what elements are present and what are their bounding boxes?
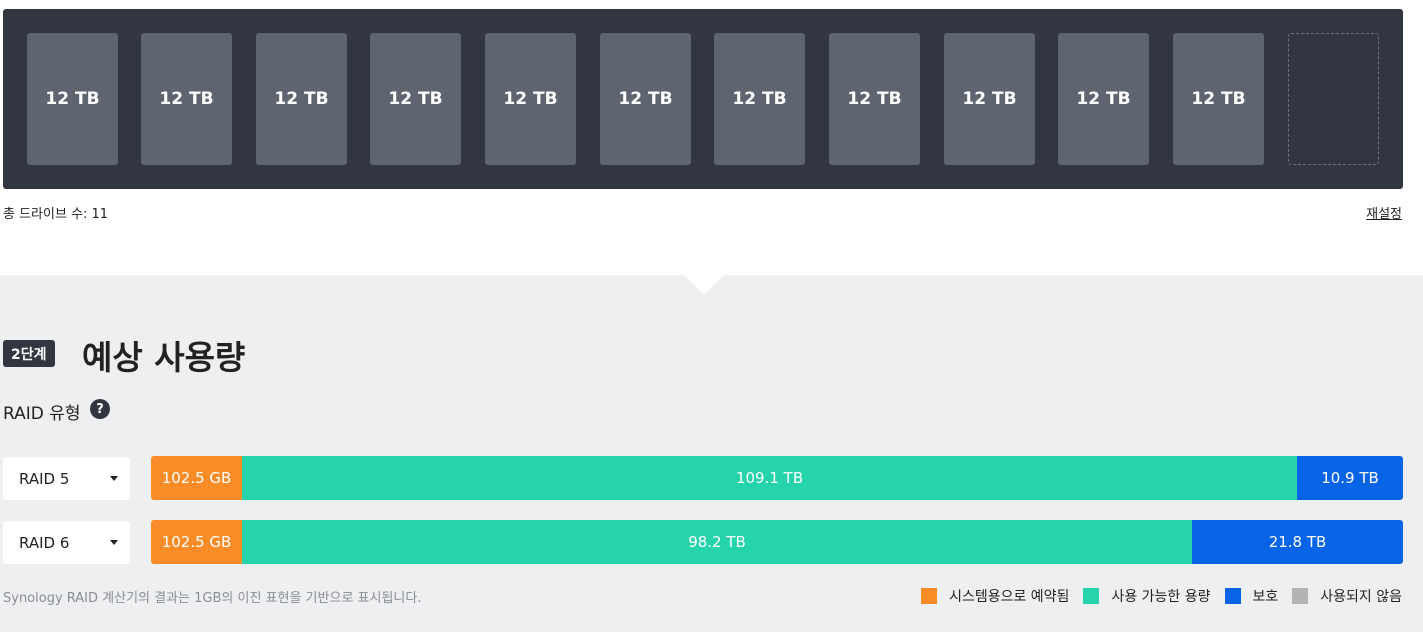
legend-item: 사용되지 않음 [1292,586,1402,606]
section-pointer [684,275,724,295]
legend-label: 보호 [1252,589,1279,605]
raid-type-select[interactable]: RAID 6 [3,521,130,564]
reserved-segment: 102.5 GB [151,456,243,500]
legend-item: 보호 [1224,586,1279,606]
legend-swatch [1292,588,1309,604]
help-icon[interactable]: ? [90,399,110,419]
reset-link[interactable]: 재설정 [1366,203,1402,222]
drive-slot[interactable]: 12 TB [1173,33,1264,165]
drive-slot[interactable]: 12 TB [600,33,691,165]
step-badge: 2단계 [3,340,55,367]
drive-slot[interactable]: 12 TB [27,33,118,165]
legend-swatch [1224,588,1241,604]
protection-segment: 10.9 TB [1297,456,1403,500]
drive-slot[interactable]: 12 TB [829,33,920,165]
drive-count-label: 총 드라이브 수: 11 [3,207,109,222]
legend-item: 시스템용으로 예약됨 [921,586,1069,606]
available-segment: 109.1 TB [242,456,1298,500]
legend-item: 사용 가능한 용량 [1083,586,1211,606]
drive-slot[interactable]: 12 TB [141,33,232,165]
legend: 시스템용으로 예약됨 사용 가능한 용량 보호 사용되지 않음 [907,586,1402,606]
page-title: 예상 사용량 [82,338,246,377]
raid-type-label: RAID 유형 [3,404,81,424]
capacity-bar: 102.5 GB 109.1 TB 10.9 TB [151,456,1403,500]
estimated-usage-section: 2단계 예상 사용량 RAID 유형 ? RAID 5 102.5 GB 109… [0,275,1423,632]
drive-slot[interactable]: 12 TB [256,33,347,165]
caret-down-icon [110,476,118,481]
reserved-segment: 102.5 GB [151,520,243,564]
drive-slot[interactable]: 12 TB [1058,33,1149,165]
footnote: Synology RAID 계산기의 결과는 1GB의 이진 표현을 기반으로 … [3,591,422,606]
caret-down-icon [110,540,118,545]
drive-slot[interactable]: 12 TB [944,33,1035,165]
legend-label: 사용되지 않음 [1320,589,1402,605]
legend-swatch [1083,588,1100,604]
drive-slot[interactable]: 12 TB [485,33,576,165]
raid-select-value: RAID 6 [19,533,70,552]
legend-label: 시스템용으로 예약됨 [949,589,1070,605]
protection-segment: 21.8 TB [1192,520,1403,564]
drive-slot[interactable]: 12 TB [370,33,461,165]
drive-slot[interactable]: 12 TB [714,33,805,165]
legend-swatch [921,588,938,604]
raid-type-select[interactable]: RAID 5 [3,457,130,500]
empty-drive-slot[interactable] [1288,33,1379,165]
drive-panel: 12 TB 12 TB 12 TB 12 TB 12 TB 12 TB 12 T… [3,9,1403,189]
capacity-bar: 102.5 GB 98.2 TB 21.8 TB [151,520,1403,564]
legend-label: 사용 가능한 용량 [1111,589,1211,605]
available-segment: 98.2 TB [242,520,1193,564]
raid-select-value: RAID 5 [19,469,70,488]
